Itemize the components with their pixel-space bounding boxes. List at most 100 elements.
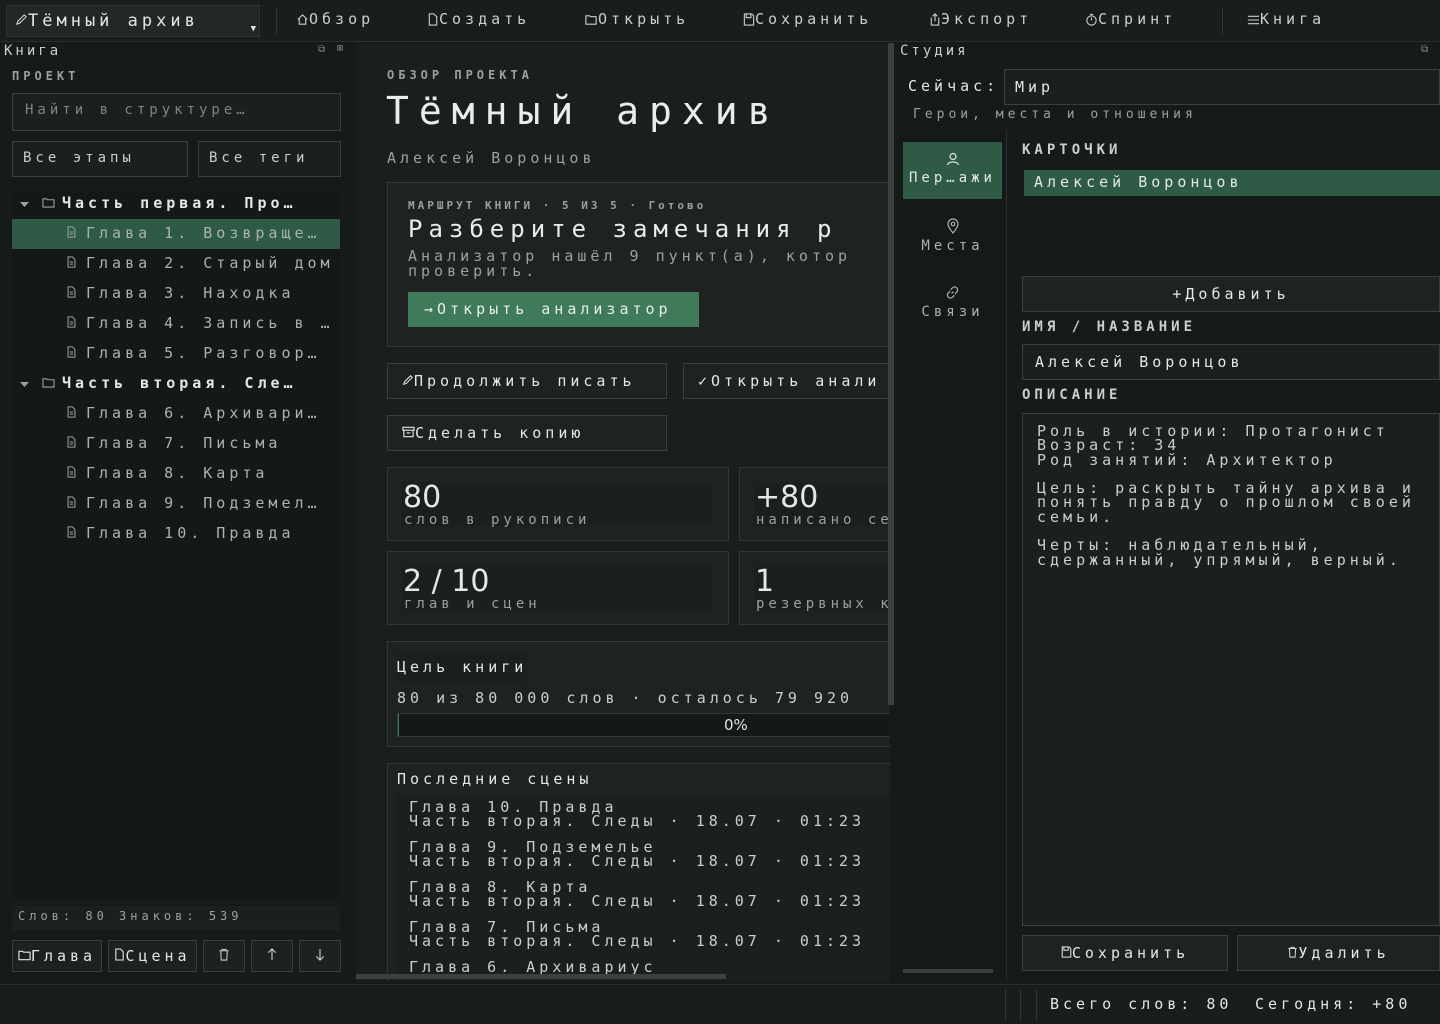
- recent-scene-item[interactable]: Глава 10. Правда Часть вторая. Следы · 18…: [409, 800, 865, 829]
- project-select[interactable]: Тёмный архив ▼: [6, 5, 260, 37]
- file-icon: [66, 524, 86, 542]
- tree-chapter-item[interactable]: Глава 6. Архивари…: [12, 399, 340, 429]
- add-chapter-button[interactable]: Глава: [12, 940, 102, 972]
- today-words: Сегодня: +80: [1255, 995, 1412, 1013]
- cards-label: КАРТОЧКИ: [1022, 142, 1122, 158]
- section-label: ПРОЕКТ: [12, 69, 80, 83]
- tab-places[interactable]: Места: [903, 208, 1002, 265]
- tabs-scrollbar[interactable]: [903, 969, 993, 973]
- recent-scene-item[interactable]: Глава 7. Письма Часть вторая. Следы · 18.…: [409, 920, 865, 949]
- tree-chapter-item[interactable]: Глава 2. Старый дом: [12, 249, 340, 279]
- delete-card-button[interactable]: Удалить: [1237, 935, 1440, 971]
- tree-chapter-item[interactable]: Глава 8. Карта: [12, 459, 340, 489]
- save-icon: [743, 10, 755, 28]
- goal-title: Цель книги: [397, 652, 528, 682]
- overview-label: Обзор: [309, 10, 375, 28]
- overview-panel: ОБЗОР ПРОЕКТА Тёмный архив Алексей Ворон…: [356, 43, 890, 981]
- float-panel-icon[interactable]: ⧉: [1421, 44, 1428, 55]
- tree-item-label: Глава 8. Карта: [86, 464, 269, 482]
- file-icon: [66, 494, 86, 512]
- tree-item-label: Часть вторая. Сле…: [62, 374, 297, 392]
- tab-links-label: Связи: [921, 304, 984, 320]
- tree-chapter-item[interactable]: Глава 3. Находка: [12, 279, 340, 309]
- tab-characters[interactable]: Пер…ажи: [903, 142, 1002, 199]
- recent-scene-item[interactable]: Глава 6. Архивариус: [409, 960, 657, 975]
- tab-links[interactable]: Связи: [903, 275, 1002, 332]
- left-status: Слов: 80 Знаков: 539: [12, 906, 340, 928]
- studio-title: Студия: [900, 43, 969, 59]
- file-icon: [66, 254, 86, 272]
- tree-chapter-item[interactable]: Глава 7. Письма: [12, 429, 340, 459]
- export-icon: [929, 10, 941, 28]
- stages-filter[interactable]: Все этапы: [12, 141, 188, 177]
- open-analyzer-button[interactable]: ✓Открыть анали: [683, 363, 890, 399]
- open-analyzer-primary-button[interactable]: →Открыть анализатор: [408, 292, 699, 327]
- structure-search-input[interactable]: Найти в структуре…: [12, 93, 341, 131]
- recent-scene-item[interactable]: Глава 8. Карта Часть вторая. Следы · 18.0…: [409, 880, 866, 910]
- arrow-right-icon: →: [424, 300, 438, 318]
- route-meta: МАРШРУТ КНИГИ · 5 ИЗ 5 · Готово: [408, 199, 707, 212]
- tree-part-item[interactable]: Часть первая. Про…: [12, 189, 340, 219]
- now-label: Сейчас:: [908, 77, 1000, 95]
- description-textarea[interactable]: Роль в истории: Протагонист Возраст: 34 …: [1022, 413, 1440, 926]
- tree-item-label: Глава 9. Подземел…: [86, 494, 321, 512]
- book-button[interactable]: Книга: [1247, 10, 1325, 32]
- main-toolbar: Тёмный архив ▼ Обзор Создать Открыть Сох…: [0, 0, 1440, 42]
- file-icon: [66, 434, 86, 452]
- close-panel-icon[interactable]: ⊠: [337, 43, 343, 54]
- book-label: Книга: [1260, 10, 1326, 28]
- move-up-button[interactable]: [251, 940, 293, 972]
- recent-scene-meta: Часть вторая. Следы · 18.07 · 01:23: [409, 892, 866, 910]
- expand-caret-icon[interactable]: [14, 194, 42, 212]
- horizontal-scrollbar[interactable]: [356, 974, 726, 979]
- goal-text: 80 из 80 000 слов · осталось 79 920: [397, 689, 854, 707]
- file-icon: [66, 314, 86, 332]
- file-icon: [66, 344, 86, 362]
- delete-item-button[interactable]: [203, 940, 245, 972]
- add-card-button[interactable]: +Добавить: [1022, 276, 1440, 312]
- folder-icon: [42, 374, 62, 392]
- tree-chapter-item[interactable]: Глава 1. Возвраще…: [12, 219, 340, 249]
- stat-card: +80 написано се: [739, 467, 890, 541]
- float-panel-icon[interactable]: ⧉: [318, 44, 325, 55]
- save-button[interactable]: Сохранить: [743, 10, 872, 32]
- export-button[interactable]: Экспорт: [929, 10, 1032, 32]
- tree-chapter-item[interactable]: Глава 4. Запись в …: [12, 309, 340, 339]
- overview-kicker: ОБЗОР ПРОЕКТА: [387, 68, 533, 82]
- tree-chapter-item[interactable]: Глава 9. Подземел…: [12, 489, 340, 519]
- folder-open-icon: [585, 10, 598, 28]
- move-down-button[interactable]: [299, 940, 341, 972]
- overview-button[interactable]: Обзор: [296, 10, 374, 32]
- stat-label: слов в рукописи: [404, 512, 591, 528]
- recent-scene-item[interactable]: Глава 9. Подземелье Часть вторая. Следы ·…: [409, 840, 865, 869]
- description-label: ОПИСАНИЕ: [1022, 387, 1122, 403]
- tree-item-label: Глава 4. Запись в …: [86, 314, 334, 332]
- continue-writing-button[interactable]: Продолжить писать: [387, 363, 667, 399]
- save-card-button[interactable]: Сохранить: [1022, 935, 1228, 971]
- tree-chapter-item[interactable]: Глава 5. Разговор…: [12, 339, 340, 369]
- card-item[interactable]: Алексей Воронцов: [1024, 170, 1440, 196]
- tree-chapter-item[interactable]: Глава 10. Правда: [12, 519, 340, 549]
- add-scene-button[interactable]: Сцена: [108, 940, 197, 972]
- sprint-label: Спринт: [1098, 10, 1177, 28]
- home-icon: [296, 10, 309, 28]
- create-button[interactable]: Создать: [427, 10, 530, 32]
- name-label: ИМЯ / НАЗВАНИЕ: [1022, 319, 1197, 335]
- pencil-icon: [402, 372, 414, 390]
- toolbar-divider: [1222, 8, 1223, 34]
- tree-part-item[interactable]: Часть вторая. Сле…: [12, 369, 340, 399]
- name-input[interactable]: Алексей Воронцов: [1022, 344, 1440, 380]
- tree-item-label: Глава 10. Правда: [86, 524, 295, 542]
- open-button[interactable]: Открыть: [585, 10, 689, 32]
- sprint-button[interactable]: Спринт: [1085, 10, 1176, 32]
- tree-item-label: Глава 7. Письма: [86, 434, 282, 452]
- tags-filter[interactable]: Все теги: [198, 141, 341, 177]
- stat-value: 1: [755, 564, 775, 599]
- mode-select[interactable]: Мир: [1004, 69, 1440, 105]
- tree-item-label: Глава 6. Архивари…: [86, 404, 321, 422]
- add-card-label: Добавить: [1185, 285, 1290, 303]
- expand-caret-icon[interactable]: [14, 374, 42, 392]
- vertical-scrollbar[interactable]: [888, 43, 894, 705]
- make-backup-button[interactable]: Сделать копию: [387, 415, 667, 451]
- trash-icon: [218, 947, 230, 965]
